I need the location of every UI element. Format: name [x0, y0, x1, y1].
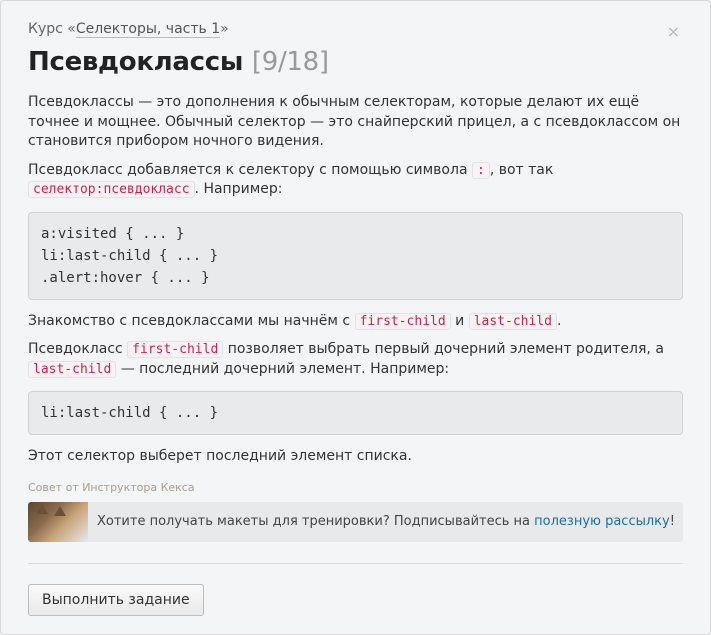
submit-task-button[interactable]: Выполнить задание [28, 584, 204, 616]
close-icon[interactable]: × [667, 24, 680, 40]
instructor-cat-avatar [28, 502, 88, 542]
lesson-content: Псевдоклассы — это дополнения к обычным … [28, 93, 683, 476]
course-prefix: Курс « [28, 21, 76, 37]
code-block-last-child: li:last-child { ... } [28, 391, 683, 435]
paragraph-conclusion: Этот селектор выберет последний элемент … [28, 448, 412, 464]
page-title: Псевдоклассы [9/18] [28, 45, 329, 79]
lesson-modal: Курс «Селекторы, часть 1» × Псевдоклассы… [0, 0, 711, 635]
inline-code-selector-syntax: селектор:псевдокласс [28, 181, 195, 198]
course-breadcrumb: Курс «Селекторы, часть 1» [28, 20, 229, 38]
divider [28, 563, 683, 564]
text-segment: . Например: [194, 181, 283, 197]
inline-code-last-child: last-child [468, 312, 557, 330]
paragraph-first-last: Знакомство с псевдоклассами мы начнём с … [28, 312, 683, 332]
cat-ear-icon [54, 506, 66, 516]
paragraph-explanation: Псевдокласс first-child позволяет выбрат… [28, 340, 683, 379]
text-segment: Знакомство с псевдоклассами мы начнём с [28, 312, 355, 329]
paragraph-syntax: Псевдокласс добавляется к селектору с по… [28, 161, 683, 200]
text-segment: , вот так [489, 161, 554, 178]
tip-text-before: Хотите получать макеты для тренировки? П… [97, 514, 535, 529]
course-link[interactable]: Селекторы, часть 1 [75, 21, 221, 38]
inline-code-first-child: first-child [354, 312, 451, 330]
tip-text: Хотите получать макеты для тренировки? П… [97, 513, 675, 531]
code-block-examples: a:visited { ... } li:last-child { ... } … [28, 211, 683, 300]
paragraph-intro: Псевдоклассы — это дополнения к обычным … [28, 94, 681, 149]
text-segment: . [556, 312, 562, 329]
newsletter-link[interactable]: полезную рассылку [534, 514, 670, 529]
inline-code-last-child: last-child [28, 360, 117, 378]
text-segment: — последний дочерний элемент. Например: [116, 360, 450, 377]
text-segment: Псевдокласс добавляется к селектору с по… [28, 161, 472, 178]
tip-label: Совет от Инструктора Кекса [28, 481, 195, 494]
lesson-counter: [9/18] [251, 47, 329, 77]
inline-code-first-child: first-child [127, 341, 224, 358]
tip-text-after: ! [669, 514, 675, 529]
text-segment: позволяет выбрать первый дочерний элемен… [223, 341, 664, 357]
tip-box: Хотите получать макеты для тренировки? П… [28, 502, 683, 542]
text-segment: Псевдокласс [28, 341, 128, 357]
text-segment: и [450, 312, 469, 329]
course-suffix: » [220, 21, 229, 37]
lesson-title: Псевдоклассы [28, 47, 244, 77]
cat-ear-icon [36, 504, 48, 514]
inline-code-colon: : [471, 161, 490, 179]
